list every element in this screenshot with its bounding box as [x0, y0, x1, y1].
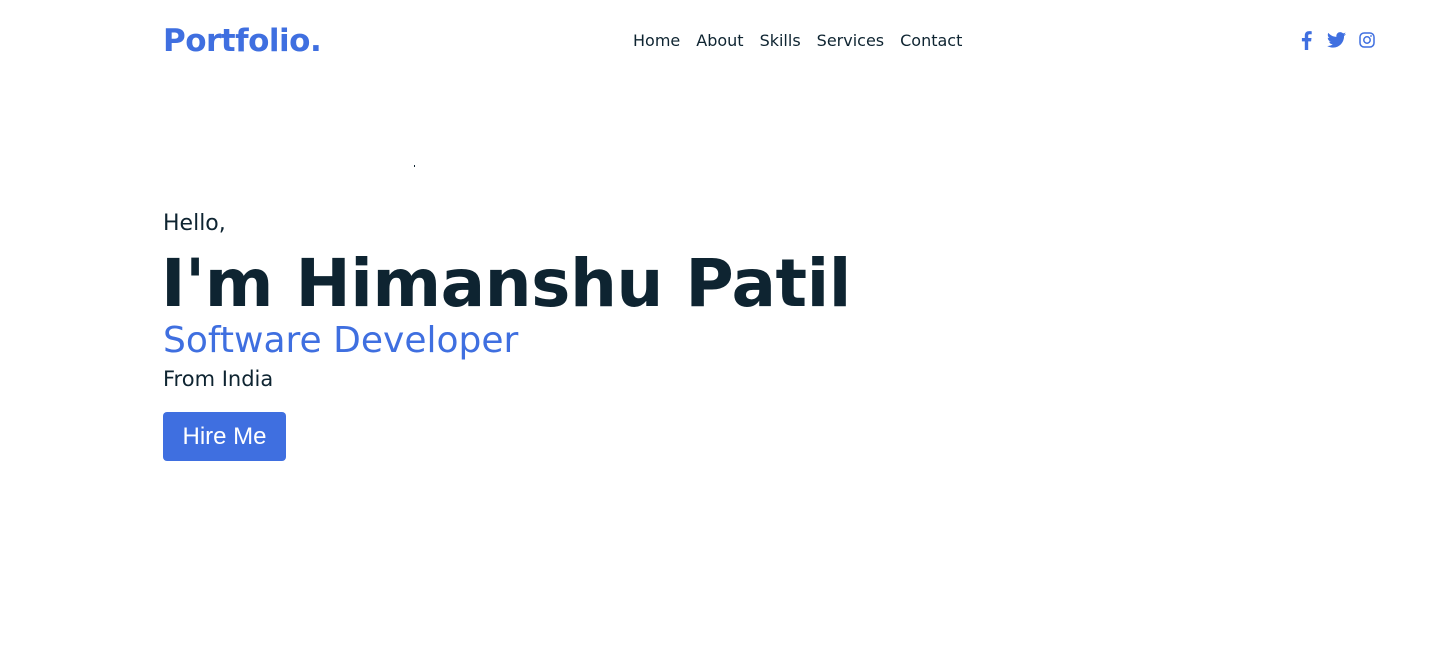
twitter-link[interactable] [1326, 30, 1346, 50]
nav-item-home[interactable]: Home [633, 30, 680, 52]
location-text: From India [163, 367, 274, 391]
nav-item-contact[interactable]: Contact [900, 30, 962, 52]
hero-name-heading: I'm Himanshu Patil [161, 245, 851, 322]
twitter-icon [1326, 32, 1346, 48]
social-links [1298, 30, 1376, 50]
instagram-icon [1359, 32, 1375, 48]
role-title: Software Developer [163, 320, 519, 361]
logo[interactable]: Portfolio. [163, 22, 322, 60]
main-nav: Home About Skills Services Contact [633, 30, 962, 52]
facebook-icon [1301, 30, 1312, 50]
nav-item-skills[interactable]: Skills [760, 30, 801, 52]
hire-me-button[interactable]: Hire Me [163, 412, 286, 461]
site-header: Portfolio. Home About Skills Services Co… [0, 0, 1448, 80]
decorative-dot [414, 165, 415, 167]
nav-item-about[interactable]: About [696, 30, 743, 52]
hero-section: Hello, I'm Himanshu Patil Software Devel… [161, 208, 851, 461]
instagram-link[interactable] [1358, 30, 1376, 50]
greeting-text: Hello, [163, 211, 226, 236]
facebook-link[interactable] [1298, 30, 1314, 50]
nav-item-services[interactable]: Services [817, 30, 884, 52]
